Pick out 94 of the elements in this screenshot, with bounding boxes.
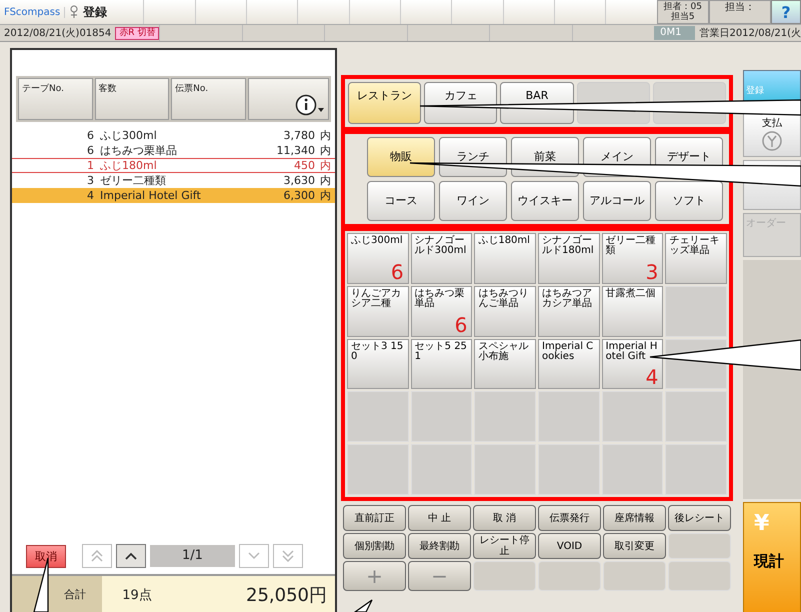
line-quantity: 3 — [86, 173, 95, 188]
tax-label: 内 — [319, 128, 331, 143]
function-button[interactable]: 直前訂正 — [343, 505, 406, 531]
product-button[interactable]: Imperial Hotel Gift 4 — [602, 338, 664, 390]
function-button[interactable]: 個別割勘 — [343, 533, 406, 559]
staff-label: 担当： — [709, 0, 771, 24]
callout-pointer — [353, 599, 373, 612]
order-line[interactable]: 1 ふじ180ml 450 内 — [12, 158, 335, 173]
yen-sign: ¥ — [754, 511, 770, 536]
yen-coin-icon — [761, 130, 783, 152]
product-button[interactable]: ゼリー二種類 3 — [602, 233, 664, 284]
product-button[interactable]: スペシャル小布施 — [474, 338, 536, 390]
chevron-down-icon — [247, 551, 261, 561]
line-quantity: 6 — [86, 128, 95, 143]
order-line[interactable]: 6 はちみつ栗単品 11,340 内 — [12, 143, 335, 158]
double-chevron-down-icon — [281, 550, 295, 562]
page-indicator: 1/1 — [150, 545, 235, 567]
app-logo: FScompass — [0, 6, 66, 18]
total-amount: 25,050円 — [245, 584, 328, 607]
previous-page-button[interactable] — [116, 544, 146, 568]
quantity-label: 6 — [390, 262, 404, 282]
product-button[interactable]: シナノゴールド180ml — [538, 233, 600, 284]
category-tab[interactable]: レストラン — [348, 82, 422, 124]
line-amount: 6,300 — [284, 188, 315, 203]
function-button[interactable]: 最終割勘 — [408, 533, 471, 559]
function-button[interactable]: 中 止 — [408, 505, 471, 531]
quantity-label: 4 — [646, 367, 658, 388]
line-quantity: 4 — [86, 188, 95, 203]
tax-label: 内 — [319, 188, 331, 203]
function-button[interactable]: 後レシート — [668, 505, 731, 531]
double-chevron-up-icon — [90, 550, 104, 562]
product-button[interactable]: セット3 150 — [347, 338, 409, 390]
receipt-toggle-button[interactable]: 赤R 切替 — [115, 26, 160, 40]
product-button[interactable]: ふじ180ml — [474, 233, 536, 284]
line-quantity: 1 — [86, 159, 95, 172]
line-amount: 11,340 — [276, 143, 315, 158]
subcategory-tab[interactable]: ウイスキー — [511, 181, 579, 221]
tax-label: 内 — [319, 159, 331, 172]
chevron-up-icon — [124, 551, 138, 561]
mode-indicator: 0M1 — [654, 26, 696, 40]
total-count: 19点 — [121, 587, 153, 604]
product-button[interactable]: セット5 251 — [410, 338, 472, 390]
next-page-button[interactable] — [239, 544, 269, 568]
product-button[interactable]: ふじ300ml 6 — [347, 233, 409, 284]
tax-label: 内 — [319, 143, 331, 158]
function-button[interactable]: VOID — [538, 533, 601, 559]
line-name: ゼリー二種類 — [100, 173, 167, 188]
checkout-button[interactable]: ¥ 現計 — [743, 502, 801, 612]
subcategory-tab[interactable]: コース — [367, 181, 435, 221]
help-button[interactable]: ? — [771, 0, 801, 24]
product-button[interactable]: はちみつ栗単品 6 — [410, 286, 472, 337]
line-name: Imperial Hotel Gift — [100, 188, 202, 203]
product-button[interactable]: はちみつアカシア単品 — [538, 286, 600, 337]
function-button[interactable]: 取引変更 — [603, 533, 666, 559]
line-quantity: 6 — [86, 143, 95, 158]
line-name: ふじ300ml — [100, 128, 158, 143]
function-button[interactable]: 座席情報 — [603, 505, 666, 531]
product-button[interactable]: 甘露煮二個 — [602, 286, 664, 337]
column-header: テーブNo. — [18, 78, 93, 120]
quantity-label: 6 — [454, 314, 468, 335]
screen-title: 登録 — [83, 4, 108, 20]
column-header: 伝票No. — [171, 78, 246, 120]
line-amount: 3,630 — [284, 173, 315, 188]
category-tab[interactable]: カフェ — [424, 82, 498, 124]
transaction-datetime: 2012/08/21(火)01854 — [3, 26, 112, 40]
business-date: 営業日2012/08/21(火 — [698, 26, 801, 40]
info-menu-button[interactable] — [248, 78, 329, 120]
order-line[interactable]: 6 ふじ300ml 3,780 内 — [12, 128, 335, 143]
order-line[interactable]: 3 ゼリー二種類 3,630 内 — [12, 173, 335, 188]
line-name: ふじ180ml — [100, 159, 158, 172]
checkout-label: 現計 — [754, 552, 784, 571]
product-button[interactable]: りんごアカシア二種 — [347, 286, 409, 337]
subcategory-tab[interactable]: ソフト — [655, 181, 723, 221]
column-header: 客数 — [94, 78, 170, 120]
line-amount: 450 — [294, 159, 315, 172]
function-button[interactable]: レシート停止 — [473, 533, 536, 559]
operator-name: 担当5 — [670, 12, 695, 22]
product-button[interactable]: はちみつりんご単品 — [474, 286, 536, 337]
subcategory-tab[interactable]: 物販 — [367, 137, 435, 177]
product-button[interactable]: シナノゴールド300ml — [410, 233, 472, 284]
tax-label: 内 — [319, 173, 331, 188]
line-amount: 3,780 — [284, 128, 315, 143]
last-page-button[interactable] — [273, 544, 303, 568]
info-icon — [294, 94, 325, 116]
quantity-label: 3 — [646, 262, 658, 282]
function-button[interactable]: 伝票発行 — [538, 505, 601, 531]
payment-button[interactable]: 支払 — [743, 113, 801, 157]
product-button[interactable]: チェリーキッズ単品 — [665, 233, 727, 284]
product-button[interactable]: Imperial Cookies — [538, 338, 600, 390]
subcategory-tab[interactable]: アルコール — [583, 181, 651, 221]
operator-label: 担者：05 — [664, 2, 702, 12]
subcategory-tab[interactable]: ワイン — [439, 181, 507, 221]
function-button[interactable]: 取 消 — [473, 505, 536, 531]
line-name: はちみつ栗単品 — [100, 143, 178, 158]
